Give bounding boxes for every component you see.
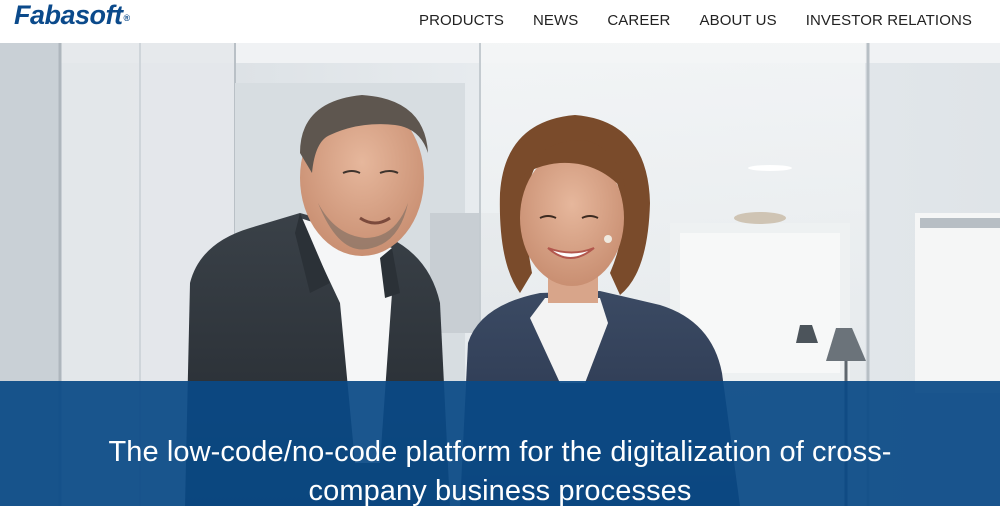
nav-item-career[interactable]: CAREER bbox=[607, 12, 670, 29]
hero-headline: The low-code/no-code platform for the di… bbox=[108, 436, 892, 506]
nav-item-news[interactable]: NEWS bbox=[533, 12, 578, 29]
nav-item-about-us[interactable]: ABOUT US bbox=[700, 12, 777, 29]
nav-item-investor-relations[interactable]: INVESTOR RELATIONS bbox=[806, 12, 972, 29]
headline-banner: The low-code/no-code platform for the di… bbox=[0, 381, 1000, 506]
logo-text: Fabasoft bbox=[14, 0, 123, 30]
registered-mark: ® bbox=[123, 13, 131, 23]
main-nav: PRODUCTS NEWS CAREER ABOUT US INVESTOR R… bbox=[419, 0, 972, 40]
site-header: Fabasoft® PRODUCTS NEWS CAREER ABOUT US … bbox=[0, 0, 1000, 43]
nav-item-products[interactable]: PRODUCTS bbox=[419, 12, 504, 29]
hero-section: The low-code/no-code platform for the di… bbox=[0, 43, 1000, 506]
fabasoft-logo[interactable]: Fabasoft® bbox=[14, 0, 130, 30]
